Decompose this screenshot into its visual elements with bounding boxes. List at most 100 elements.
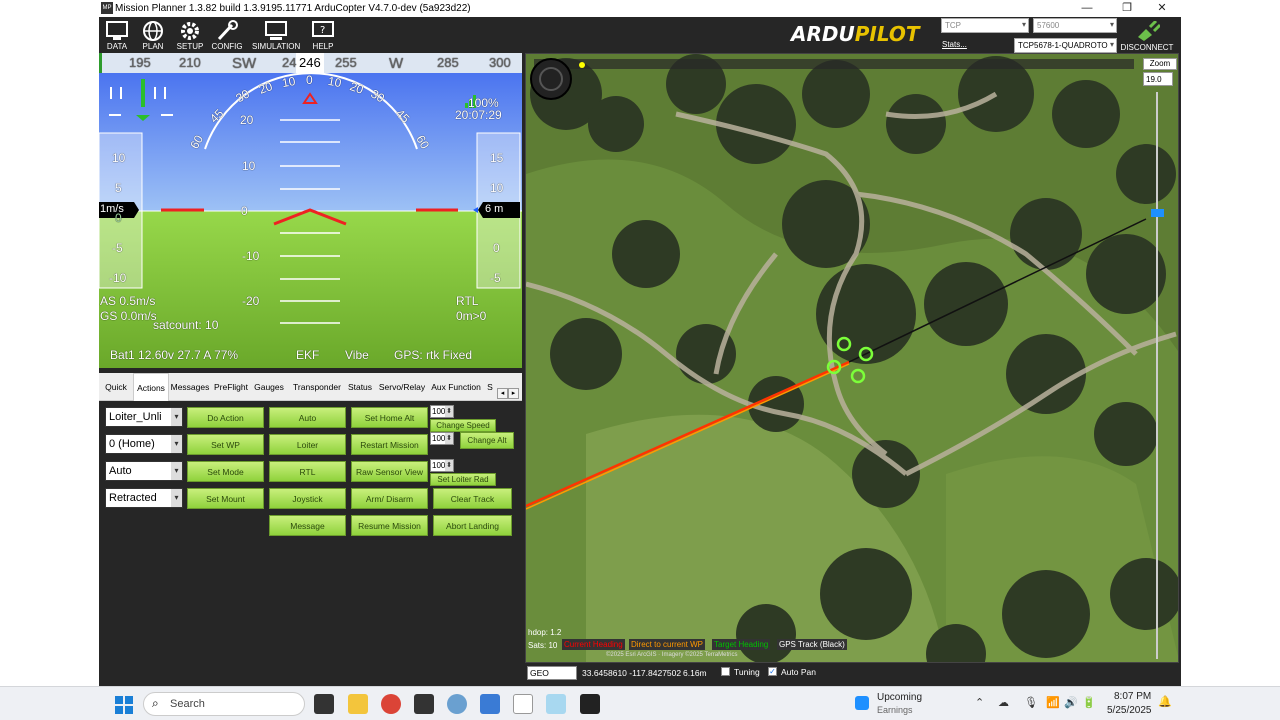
- heading-tick-1: 195: [129, 55, 151, 70]
- alt-tick-15: 15: [490, 151, 504, 165]
- tab-transponder[interactable]: Transponder: [289, 373, 345, 401]
- link-select[interactable]: TCP5678-1-QUADROTO: [1014, 38, 1117, 53]
- hud-panel[interactable]: 195 210 SW 24 246 255 W 285 300 60 45 30…: [99, 53, 522, 368]
- tab-preflight[interactable]: PreFlight: [212, 373, 250, 401]
- windows-start-icon[interactable]: [114, 695, 134, 715]
- mission-planner-window: MP Mission Planner 1.3.82 build 1.3.9195…: [99, 0, 1181, 686]
- microphone-icon[interactable]: 🎙: [1024, 696, 1038, 709]
- menu-help[interactable]: ? HELP: [299, 19, 347, 53]
- loiter-button[interactable]: Loiter: [269, 434, 346, 455]
- pitch-label-m10: -10: [242, 249, 260, 263]
- tab-gauges[interactable]: Gauges: [252, 373, 286, 401]
- tab-status[interactable]: Status: [346, 373, 374, 401]
- set-wp-button[interactable]: Set WP: [187, 434, 264, 455]
- zoom-input[interactable]: 19.0: [1143, 72, 1173, 86]
- menu-config[interactable]: CONFIG: [203, 19, 251, 53]
- stats-link[interactable]: Stats...: [942, 40, 967, 49]
- auto-button[interactable]: Auto: [269, 407, 346, 428]
- taskbar-time[interactable]: 8:07 PM: [1114, 691, 1151, 702]
- loiter-radius-input[interactable]: 100: [430, 459, 454, 472]
- abort-landing-button[interactable]: Abort Landing: [433, 515, 512, 536]
- plug-icon: [1138, 19, 1162, 41]
- set-mount-button[interactable]: Set Mount: [187, 488, 264, 509]
- tab-scroll-right-icon[interactable]: ▸: [508, 388, 519, 399]
- app-im5-icon[interactable]: [480, 694, 500, 714]
- vibe-status[interactable]: Vibe: [345, 348, 369, 362]
- battery-icon[interactable]: 🔋: [1082, 696, 1096, 709]
- map-status-bar: GEO 33.6458610 -117.8427502 6.16m Tuning…: [525, 663, 1179, 683]
- set-loiter-rad-button[interactable]: Set Loiter Rad: [430, 473, 496, 486]
- terminal-icon[interactable]: [580, 694, 600, 714]
- message-button[interactable]: Message: [269, 515, 346, 536]
- mount-select[interactable]: Retracted: [105, 488, 183, 508]
- mission-action-select[interactable]: Loiter_Unli: [105, 407, 183, 427]
- tab-aux-function[interactable]: Aux Function: [430, 373, 482, 401]
- roll-tick-6: 0: [306, 73, 313, 87]
- connection-type-select[interactable]: TCP: [941, 18, 1029, 33]
- baud-rate-select[interactable]: 57600: [1033, 18, 1117, 33]
- tab-overflow[interactable]: S: [485, 373, 495, 401]
- tab-actions[interactable]: Actions: [133, 373, 169, 401]
- mode-select[interactable]: Auto: [105, 461, 183, 481]
- autopan-checkbox[interactable]: ✓: [768, 667, 777, 676]
- taskbar-search[interactable]: ⌕ Search: [143, 692, 305, 716]
- notification-bell-icon[interactable]: 🔔: [1158, 695, 1172, 708]
- alt-tick-m5: -5: [490, 271, 501, 285]
- heading-tick-6: W: [389, 55, 404, 72]
- gear-icon: [181, 22, 199, 40]
- speed-input[interactable]: 100: [430, 405, 454, 418]
- chevron-up-icon[interactable]: ⌃: [975, 696, 984, 709]
- menu-plan-label: PLAN: [142, 42, 164, 51]
- tuning-checkbox[interactable]: [721, 667, 730, 676]
- disconnect-button[interactable]: DISCONNECT: [1119, 19, 1175, 52]
- news-widget-icon[interactable]: [855, 696, 869, 710]
- cloud-icon[interactable]: ☁: [998, 696, 1009, 709]
- change-speed-button[interactable]: Change Speed: [430, 419, 496, 432]
- raw-sensor-view-button[interactable]: Raw Sensor View: [351, 461, 428, 482]
- change-alt-button[interactable]: Change Alt: [460, 432, 514, 449]
- set-home-alt-button[interactable]: Set Home Alt: [351, 407, 428, 428]
- tab-scroll-left-icon[interactable]: ◂: [497, 388, 508, 399]
- ekf-status[interactable]: EKF: [296, 348, 319, 362]
- globe-app-icon[interactable]: [447, 694, 467, 714]
- alt-tick-0: 0: [493, 241, 500, 255]
- airspeed: AS 0.5m/s: [100, 294, 156, 308]
- mission-planner-icon[interactable]: [414, 694, 434, 714]
- clear-track-button[interactable]: Clear Track: [433, 488, 512, 509]
- wordpad-icon[interactable]: [513, 694, 533, 714]
- do-action-button[interactable]: Do Action: [187, 407, 264, 428]
- maximize-button[interactable]: ❐: [1117, 1, 1137, 16]
- tab-servo-relay[interactable]: Servo/Relay: [376, 373, 428, 401]
- tab-quick[interactable]: Quick: [101, 373, 131, 401]
- hdop-label: hdop: 1.2: [528, 628, 562, 637]
- map-view[interactable]: Zoom 19.0 hdop: 1.2 Sats: 10 Current Hea…: [525, 53, 1179, 663]
- file-explorer-icon[interactable]: [348, 694, 368, 714]
- rtl-button[interactable]: RTL: [269, 461, 346, 482]
- main-menu: DATA PLAN SETUP CONFIG SIMULATION ? HELP…: [99, 17, 1181, 53]
- close-button[interactable]: ✕: [1152, 1, 1172, 16]
- news-title[interactable]: Upcoming: [877, 692, 922, 703]
- roll-tick-7: 10: [326, 73, 343, 91]
- snipping-icon[interactable]: [546, 694, 566, 714]
- arm-disarm-button[interactable]: Arm/ Disarm: [351, 488, 428, 509]
- set-mode-button[interactable]: Set Mode: [187, 461, 264, 482]
- alt-tick-10: 10: [490, 181, 504, 195]
- menu-simulation[interactable]: SIMULATION: [252, 19, 300, 53]
- joystick-button[interactable]: Joystick: [269, 488, 346, 509]
- wifi-icon[interactable]: 📶: [1046, 696, 1060, 709]
- volume-icon[interactable]: 🔊: [1064, 696, 1078, 709]
- chrome-icon[interactable]: [381, 694, 401, 714]
- help-monitor-icon: ?: [312, 21, 334, 37]
- taskbar-date[interactable]: 5/25/2025: [1107, 705, 1152, 716]
- resume-mission-button[interactable]: Resume Mission: [351, 515, 428, 536]
- waypoint-select[interactable]: 0 (Home): [105, 434, 183, 454]
- restart-mission-button[interactable]: Restart Mission: [351, 434, 428, 455]
- roll-tick-5: 10: [280, 73, 297, 91]
- task-view-icon[interactable]: [314, 694, 334, 714]
- satellite-map: [526, 54, 1178, 662]
- tab-messages[interactable]: Messages: [170, 373, 210, 401]
- minimize-button[interactable]: —: [1077, 1, 1097, 16]
- heading-tick-5: 255: [335, 55, 357, 70]
- alt-input[interactable]: 100: [430, 432, 454, 445]
- coord-system-select[interactable]: GEO: [527, 666, 577, 680]
